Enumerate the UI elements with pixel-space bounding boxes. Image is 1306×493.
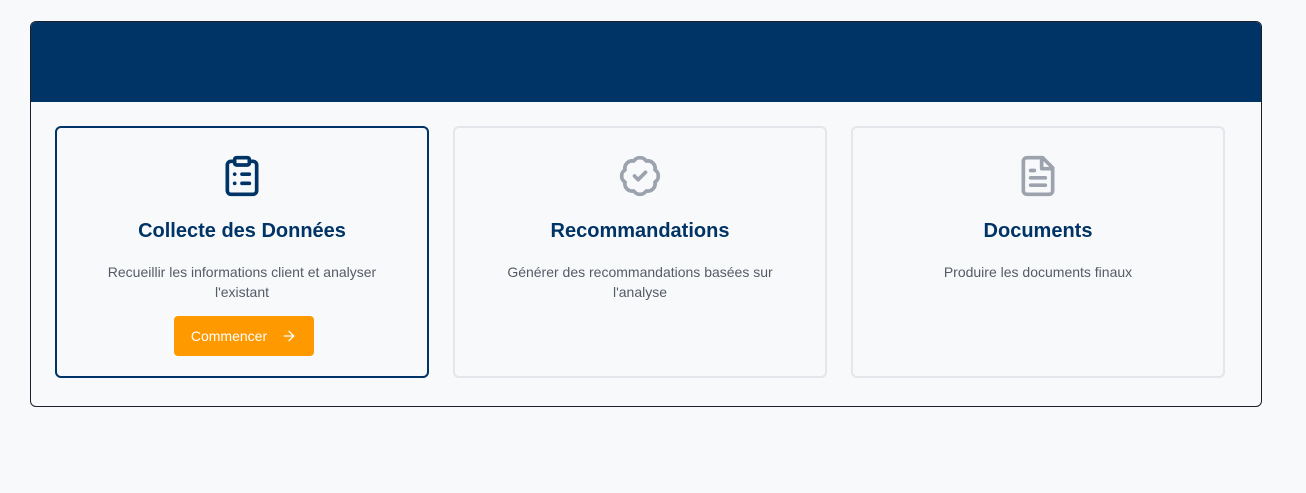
clipboard-list-icon bbox=[220, 154, 264, 198]
step-card-data-collection[interactable]: Collecte des Données Recueillir les info… bbox=[55, 126, 429, 378]
badge-check-icon bbox=[618, 154, 662, 198]
step-description: Recueillir les informations client et an… bbox=[107, 264, 377, 300]
step-title: Recommandations bbox=[550, 220, 730, 242]
step-card-documents[interactable]: Documents Produire les documents finaux bbox=[851, 126, 1225, 378]
step-description: Produire les documents finaux bbox=[943, 264, 1133, 280]
start-button-label: Commencer bbox=[190, 328, 268, 344]
step-cards: Collecte des Données Recueillir les info… bbox=[55, 126, 1225, 378]
file-text-icon bbox=[1016, 154, 1060, 198]
workflow-panel: Collecte des Données Recueillir les info… bbox=[30, 21, 1262, 407]
step-title: Documents bbox=[983, 220, 1093, 242]
start-button[interactable]: Commencer bbox=[174, 316, 314, 356]
step-card-recommendations[interactable]: Recommandations Générer des recommandati… bbox=[453, 126, 827, 378]
step-description: Générer des recommandations basées sur l… bbox=[507, 264, 773, 300]
panel-header bbox=[31, 22, 1261, 102]
arrow-right-icon bbox=[281, 328, 297, 344]
step-title: Collecte des Données bbox=[138, 220, 346, 242]
